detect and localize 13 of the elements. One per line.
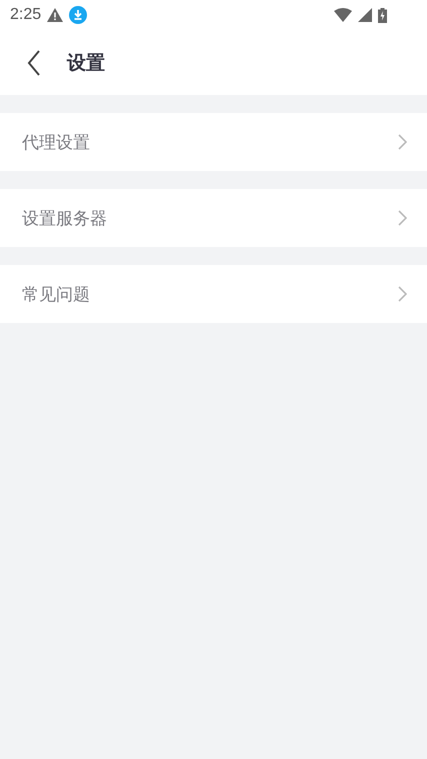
menu-item[interactable]: 设置服务器 (0, 189, 427, 247)
signal-icon (358, 8, 372, 22)
download-icon (69, 6, 88, 24)
battery-icon (378, 8, 387, 22)
chevron-icon (398, 286, 407, 302)
menu-item[interactable]: 代理设置 (0, 113, 427, 171)
warning-icon (47, 8, 64, 22)
chevron-icon (398, 134, 407, 150)
page-title: 设置 (67, 50, 105, 76)
chevron-icon (398, 210, 407, 226)
wifi-icon (334, 8, 352, 22)
status-time: 2:25 (10, 6, 42, 24)
menu-item[interactable]: 常见问题 (0, 265, 427, 323)
